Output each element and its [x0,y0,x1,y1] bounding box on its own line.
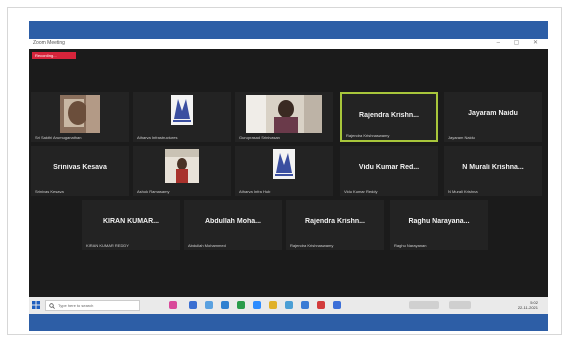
participant-name: Guruprasad Srinivasan [239,135,280,140]
pinned-app-icon[interactable] [237,301,245,309]
company-logo-icon [273,149,295,179]
windows-start-icon[interactable] [32,301,40,309]
participant-tile-active-speaker[interactable]: Rajendra Krishn... Rajendra Krishnaswamy [340,92,438,142]
pinned-app-icon[interactable] [333,301,341,309]
participant-video-icon [60,95,100,133]
participant-display-name: Rajendra Krishn... [305,218,365,225]
network-volume-icon[interactable] [449,301,471,309]
zoom-app-icon[interactable] [253,301,261,309]
clock-date: 22-11-2021 [517,305,538,310]
participant-video-icon [246,95,322,133]
pinned-app-icon[interactable] [301,301,309,309]
participant-tile[interactable]: Sri Sakthi Arumuganathan [31,92,129,142]
pinned-app-icon[interactable] [317,301,325,309]
participant-tile[interactable]: Jayaram Naidu Jayaram Naidu [444,92,542,142]
pinned-app-icon[interactable] [205,301,213,309]
company-logo-icon [171,95,193,125]
windows-taskbar: Type here to search 5:02 22-11-2021 [29,297,548,314]
participant-display-name: Srinivas Kesava [53,164,107,171]
participant-name: Atharva Infra Hub [239,189,271,194]
participant-display-name: N Murali Krishna... [462,164,524,171]
recording-badge[interactable]: Recording... [32,52,76,59]
taskbar-clock[interactable]: 5:02 22-11-2021 [518,300,538,310]
pinned-app-icon[interactable] [169,301,177,309]
pinned-app-icon[interactable] [189,301,197,309]
participant-name: Rajendra Krishnaswamy [346,133,390,138]
window-controls[interactable]: – ▢ ✕ [497,39,544,46]
participant-tile[interactable]: Vidu Kumar Red... Vidu Kumar Reddy [340,146,438,196]
zoom-window: Zoom Meeting – ▢ ✕ Recording... Sri Sakt… [29,39,548,314]
participant-video-icon [165,149,199,183]
bottom-band [29,314,548,331]
top-band [29,21,548,39]
participant-name: Raghu Narayanan [394,243,427,248]
participant-display-name: KIRAN KUMAR... [103,218,159,225]
participant-name: Abdullah Mohammed [188,243,226,248]
window-title: Zoom Meeting [33,40,65,46]
participant-display-name: Rajendra Krishn... [359,112,419,119]
participant-name: Atharva Infrastructures [137,135,178,140]
pinned-app-icon[interactable] [269,301,277,309]
pinned-app-icon[interactable] [221,301,229,309]
participant-tile[interactable]: Srinivas Kesava Srinivas Kesava [31,146,129,196]
participant-tile[interactable]: KIRAN KUMAR... KIRAN KUMAR REDDY [82,200,180,250]
participant-name: Ashok Ramasamy [137,189,170,194]
participant-name: Jayaram Naidu [448,135,475,140]
participant-name: Sri Sakthi Arumuganathan [35,135,82,140]
participant-tile[interactable]: Raghu Narayana... Raghu Narayanan [390,200,488,250]
participant-tile[interactable]: Guruprasad Srinivasan [235,92,333,142]
participant-name: N Murali Krishna [448,189,478,194]
pinned-app-icon[interactable] [285,301,293,309]
search-placeholder: Type here to search [58,303,94,308]
system-tray-icons[interactable] [409,301,439,309]
search-icon [49,303,55,309]
participant-name: Vidu Kumar Reddy [344,189,378,194]
taskbar-search-box[interactable]: Type here to search [45,300,140,311]
participant-name: KIRAN KUMAR REDDY [86,243,129,248]
participant-display-name: Raghu Narayana... [408,218,470,225]
participant-display-name: Jayaram Naidu [468,110,518,117]
participant-tile[interactable]: Abdullah Moha... Abdullah Mohammed [184,200,282,250]
gallery-view: Recording... Sri Sakthi Arumuganathan At… [29,49,548,297]
participant-display-name: Vidu Kumar Red... [358,164,420,171]
participant-name: Rajendra Krishnaswamy [290,243,334,248]
participant-tile[interactable]: Atharva Infrastructures [133,92,231,142]
participant-tile[interactable]: Rajendra Krishn... Rajendra Krishnaswamy [286,200,384,250]
participant-name: Srinivas Kesava [35,189,64,194]
participant-tile[interactable]: N Murali Krishna... N Murali Krishna [444,146,542,196]
participant-tile[interactable]: Ashok Ramasamy [133,146,231,196]
participant-tile[interactable]: Atharva Infra Hub [235,146,333,196]
window-titlebar: Zoom Meeting – ▢ ✕ [29,39,548,49]
participant-display-name: Abdullah Moha... [205,218,261,225]
